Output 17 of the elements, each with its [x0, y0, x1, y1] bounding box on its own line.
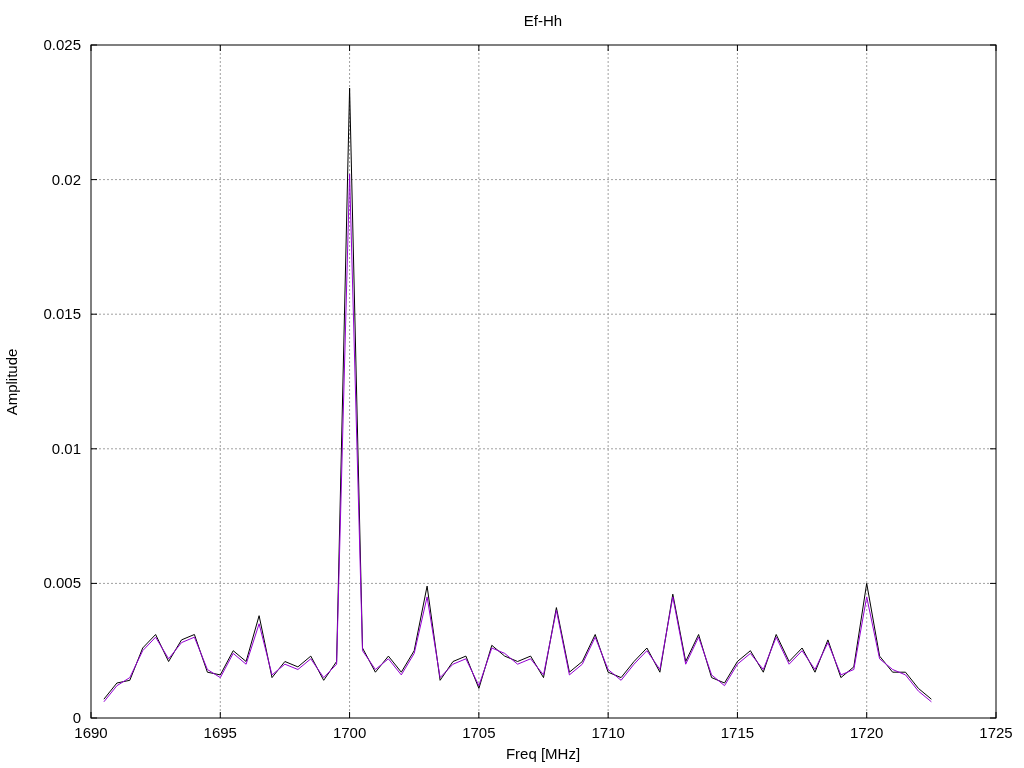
x-tick-label: 1705 — [462, 724, 496, 741]
y-tick-label: 0.015 — [43, 305, 81, 323]
y-tick-label: 0.005 — [43, 574, 81, 592]
x-tick-label: 1690 — [74, 724, 108, 741]
x-tick-label: 1715 — [720, 724, 755, 741]
x-tick-label: 1700 — [332, 724, 367, 741]
y-tick-label: 0.01 — [51, 439, 81, 457]
y-tick-label: 0.025 — [43, 36, 81, 53]
y-tick-label: 0.02 — [51, 170, 81, 188]
y-axis-title: Amplitude — [3, 348, 20, 416]
x-axis-title: Freq [MHz] — [505, 745, 581, 762]
x-tick-label: 1710 — [591, 724, 625, 741]
chart-title: Ef-Hh — [523, 12, 563, 29]
x-tick-label: 1695 — [203, 724, 237, 741]
x-tick-label: 1720 — [850, 724, 884, 741]
x-tick-label: 1725 — [979, 724, 1013, 741]
y-tick-label: 0 — [72, 709, 81, 726]
